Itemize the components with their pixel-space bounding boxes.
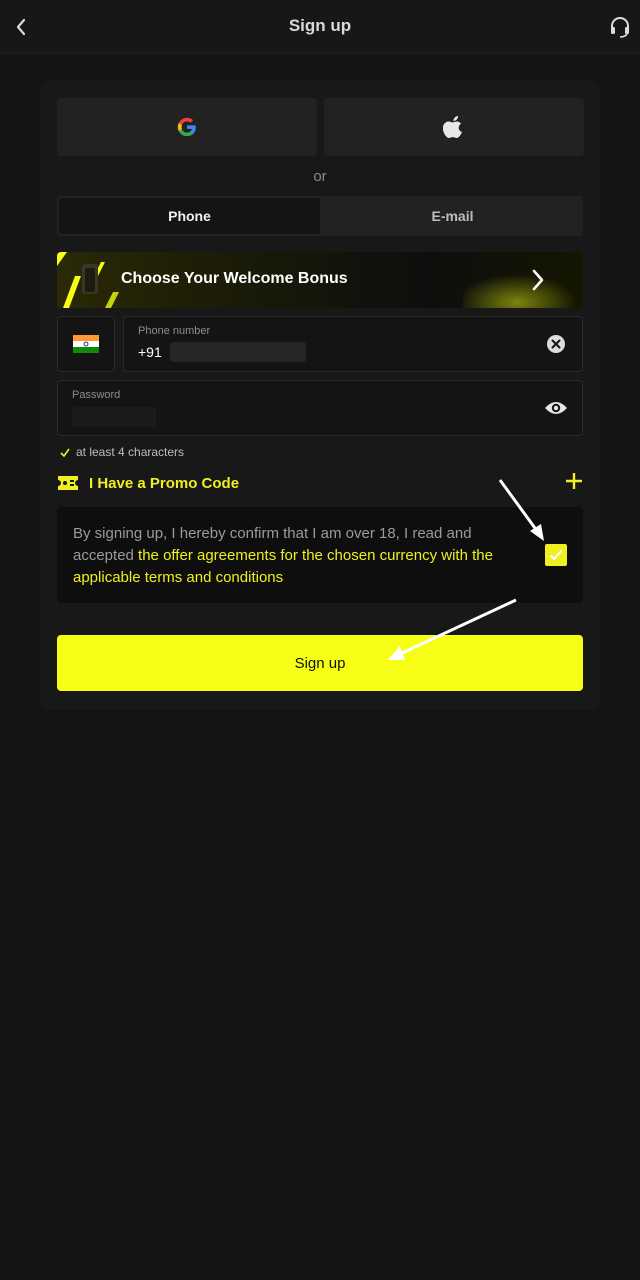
promo-code-label: I Have a Promo Code bbox=[89, 475, 240, 492]
signup-button[interactable]: Sign up bbox=[57, 635, 583, 691]
plus-icon bbox=[566, 473, 582, 489]
welcome-bonus-banner[interactable]: Choose Your Welcome Bonus bbox=[57, 252, 583, 308]
password-hint-text: at least 4 characters bbox=[76, 445, 185, 459]
ticket-icon bbox=[58, 476, 78, 490]
apple-icon bbox=[443, 116, 463, 138]
support-button[interactable] bbox=[606, 13, 634, 41]
password-hint: at least 4 characters bbox=[60, 445, 184, 459]
password-label: Password bbox=[72, 389, 121, 401]
terms-agreement: By signing up, I hereby confirm that I a… bbox=[57, 507, 583, 603]
phone-number-label: Phone number bbox=[138, 325, 211, 337]
password-input[interactable] bbox=[72, 407, 156, 427]
promo-code-toggle[interactable]: I Have a Promo Code bbox=[57, 472, 583, 498]
page-title: Sign up bbox=[288, 16, 352, 35]
password-field[interactable]: Password bbox=[57, 380, 583, 436]
check-icon bbox=[60, 448, 70, 457]
clear-phone-button[interactable] bbox=[546, 334, 566, 359]
signup-method-tabs: Phone E-mail bbox=[57, 196, 583, 236]
apple-signup-button[interactable] bbox=[324, 98, 584, 156]
country-selector[interactable] bbox=[57, 316, 115, 372]
google-signup-button[interactable] bbox=[57, 98, 317, 156]
headset-icon bbox=[611, 17, 629, 38]
phone-number-field[interactable]: Phone number +91 bbox=[123, 316, 583, 372]
phone-number-input[interactable]: +91 bbox=[138, 344, 162, 360]
or-divider: or bbox=[313, 168, 327, 185]
chevron-right-icon bbox=[532, 269, 544, 291]
close-circle-icon bbox=[547, 335, 565, 353]
india-flag-icon bbox=[73, 335, 99, 353]
tab-email[interactable]: E-mail bbox=[322, 196, 583, 236]
bonus-stripes-graphic bbox=[57, 252, 119, 308]
tab-phone[interactable]: Phone bbox=[59, 198, 320, 234]
check-icon bbox=[549, 549, 563, 561]
top-bar: Sign up bbox=[0, 0, 640, 54]
bonus-label: Choose Your Welcome Bonus bbox=[121, 270, 348, 287]
bonus-glow-graphic bbox=[463, 252, 583, 308]
terms-text: By signing up, I hereby confirm that I a… bbox=[73, 523, 523, 589]
toggle-password-visibility-button[interactable] bbox=[544, 399, 568, 422]
terms-checkbox[interactable] bbox=[545, 544, 567, 566]
google-icon bbox=[177, 117, 196, 137]
eye-icon bbox=[545, 402, 567, 414]
phone-number-redaction bbox=[170, 342, 306, 362]
signup-card: or Phone E-mail Choose Your Welcome Bonu… bbox=[40, 80, 600, 710]
